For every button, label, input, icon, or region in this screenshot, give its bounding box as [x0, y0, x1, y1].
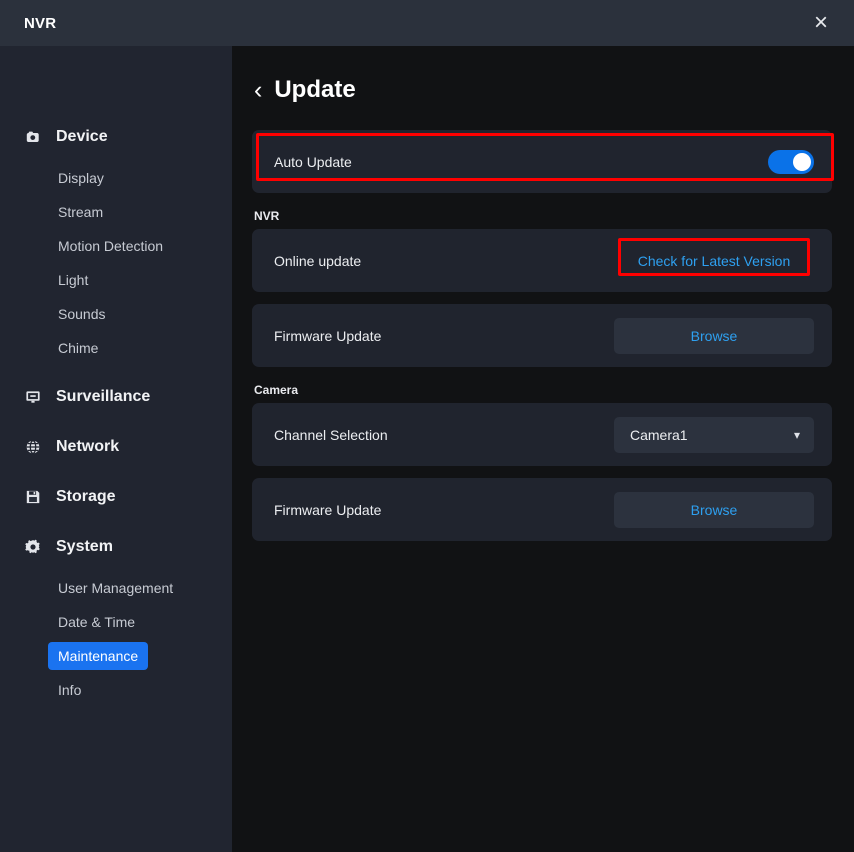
page-header: ‹ Update — [252, 68, 832, 112]
online-update-row: Online update Check for Latest Version — [252, 229, 832, 292]
sidebar-group-label: System — [56, 538, 113, 556]
title-bar: NVR × — [0, 0, 854, 46]
toggle-knob — [793, 153, 811, 171]
sidebar-group-label: Storage — [56, 488, 116, 506]
sidebar-item-label: Info — [58, 682, 81, 698]
sidebar-item-sounds[interactable]: Sounds — [48, 300, 115, 328]
main-content: ‹ Update Auto Update NVR Online update C… — [232, 46, 854, 852]
sidebar-item-stream[interactable]: Stream — [48, 198, 113, 226]
section-label-nvr: NVR — [254, 209, 832, 223]
chevron-down-icon: ▾ — [794, 429, 800, 441]
sidebar-item-maintenance[interactable]: Maintenance — [48, 642, 148, 670]
nvr-firmware-update-label: Firmware Update — [274, 328, 381, 344]
channel-selection-row: Channel Selection Camera1 ▾ — [252, 403, 832, 466]
sidebar-item-user-management[interactable]: User Management — [48, 574, 183, 602]
sidebar: Device Display Stream Motion Detection L… — [0, 46, 232, 852]
back-chevron-icon[interactable]: ‹ — [252, 78, 262, 103]
page-title: Update — [274, 76, 355, 104]
sidebar-divider-1 — [0, 368, 232, 380]
camera-browse-button[interactable]: Browse — [614, 492, 814, 528]
sidebar-item-chime[interactable]: Chime — [48, 334, 108, 362]
sidebar-group-label: Surveillance — [56, 388, 150, 406]
camera-icon — [24, 128, 42, 146]
channel-selection-label: Channel Selection — [274, 427, 388, 443]
sidebar-item-label: User Management — [58, 580, 173, 596]
sidebar-item-network[interactable]: Network — [0, 430, 232, 464]
section-label-camera: Camera — [254, 383, 832, 397]
sidebar-item-label: Maintenance — [58, 648, 138, 664]
channel-selection-dropdown[interactable]: Camera1 ▾ — [614, 417, 814, 453]
gear-icon — [24, 538, 42, 556]
sidebar-item-label: Motion Detection — [58, 238, 163, 254]
nvr-firmware-update-row: Firmware Update Browse — [252, 304, 832, 367]
sidebar-item-label: Stream — [58, 204, 103, 220]
channel-selection-value: Camera1 — [630, 427, 688, 443]
nvr-browse-button[interactable]: Browse — [614, 318, 814, 354]
online-update-label: Online update — [274, 253, 361, 269]
sidebar-item-label: Chime — [58, 340, 98, 356]
sidebar-item-info[interactable]: Info — [48, 676, 91, 704]
sidebar-item-display[interactable]: Display — [48, 164, 114, 192]
sidebar-item-label: Date & Time — [58, 614, 135, 630]
sidebar-item-device[interactable]: Device — [0, 120, 232, 154]
sidebar-item-surveillance[interactable]: Surveillance — [0, 380, 232, 414]
sidebar-item-storage[interactable]: Storage — [0, 480, 232, 514]
monitor-icon — [24, 388, 42, 406]
sidebar-item-motion-detection[interactable]: Motion Detection — [48, 232, 173, 260]
nvr-settings-window: NVR × Device Display Stream Motion Detec… — [0, 0, 854, 852]
auto-update-toggle[interactable] — [768, 150, 814, 174]
app-title: NVR — [24, 15, 56, 32]
auto-update-label: Auto Update — [274, 154, 352, 170]
check-for-latest-version-button[interactable]: Check for Latest Version — [614, 243, 814, 279]
camera-firmware-update-label: Firmware Update — [274, 502, 381, 518]
sidebar-item-label: Light — [58, 272, 88, 288]
camera-firmware-update-row: Firmware Update Browse — [252, 478, 832, 541]
sidebar-group-label: Device — [56, 128, 108, 146]
sidebar-group-label: Network — [56, 438, 119, 456]
floppy-disk-icon — [24, 488, 42, 506]
sidebar-item-label: Sounds — [58, 306, 105, 322]
globe-icon — [24, 438, 42, 456]
close-icon[interactable]: × — [806, 8, 836, 38]
sidebar-item-system[interactable]: System — [0, 530, 232, 564]
sidebar-item-light[interactable]: Light — [48, 266, 98, 294]
auto-update-row: Auto Update — [252, 130, 832, 193]
sidebar-item-date-time[interactable]: Date & Time — [48, 608, 145, 636]
sidebar-item-label: Display — [58, 170, 104, 186]
